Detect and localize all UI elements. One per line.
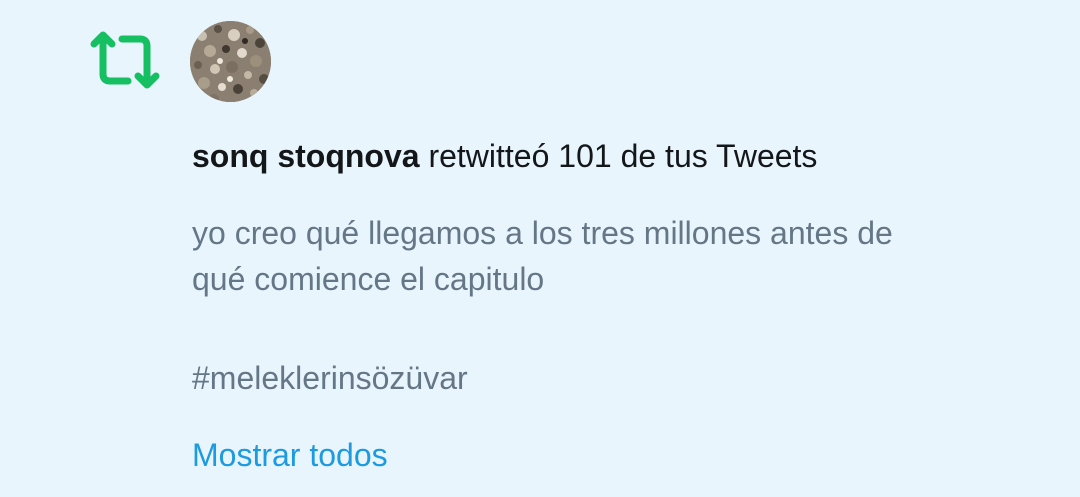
action-text: retwitteó 101 de tus Tweets — [419, 138, 818, 174]
retweet-notification[interactable]: sonq stoqnova retwitteó 101 de tus Tweet… — [0, 0, 1080, 497]
hashtag[interactable]: #meleklerinsözüvar — [192, 358, 468, 398]
tweet-text-line: qué comience el capitulo — [192, 261, 545, 297]
notification-headline: sonq stoqnova retwitteó 101 de tus Tweet… — [192, 136, 1052, 176]
show-all-link[interactable]: Mostrar todos — [192, 435, 388, 475]
username[interactable]: sonq stoqnova — [192, 138, 420, 174]
retweet-icon — [90, 31, 160, 89]
tweet-text-line: yo creo qué llegamos a los tres millones… — [192, 215, 893, 251]
avatar[interactable] — [190, 21, 271, 102]
tweet-text: yo creo qué llegamos a los tres millones… — [192, 210, 1052, 302]
